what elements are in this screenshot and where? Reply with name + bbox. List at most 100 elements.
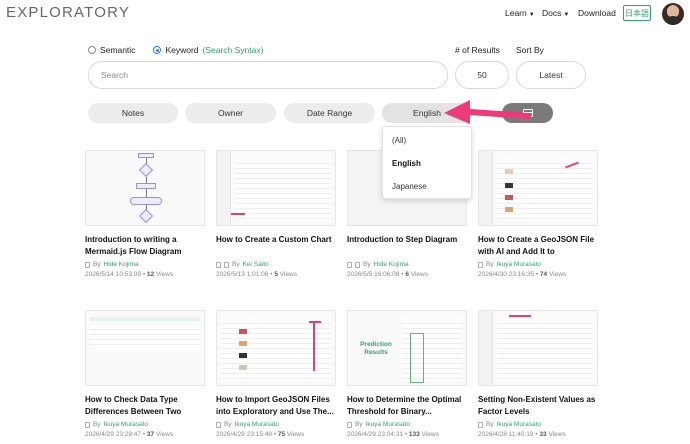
thumbnail-caption: Prediction Results [360,341,392,356]
user-avatar[interactable] [662,3,684,25]
views-count: 33 [539,431,547,438]
nav-learn-label: Learn [505,8,527,18]
app-logo[interactable]: EXPLORATORY [6,4,130,21]
note-author-row: By Kei Saito [216,261,336,268]
note-date-views: 2026/4/28 11:40:19 • 33 Views [478,431,566,438]
note-date: 2026/4/29 23:04:31 [347,431,404,438]
note-card[interactable]: Setting Non-Existent Values as Factor Le… [478,310,598,438]
note-thumbnail[interactable] [85,150,205,226]
note-title[interactable]: Setting Non-Existent Values as Factor Le… [478,394,598,417]
by-label: By [355,421,363,428]
views-label: Views [155,271,174,278]
search-syntax-link[interactable]: (Search Syntax) [203,45,264,55]
note-thumbnail[interactable] [85,310,205,386]
author-link[interactable]: Ikuya Murasato [104,421,148,428]
views-count: 37 [146,431,155,438]
note-icon [478,421,483,428]
chevron-down-icon: ▼ [528,12,535,18]
note-title[interactable]: How to Check Data Type Differences Betwe… [85,394,205,417]
nav-learn[interactable]: Learn ▼ [505,8,535,18]
note-date: 2026/4/29 23:29:47 [85,431,142,438]
search-input[interactable]: Search [88,61,448,89]
note-card[interactable]: How to Import GeoJSON Files into Explora… [216,310,336,438]
author-link[interactable]: Ikuya Murasato [497,421,541,428]
author-link[interactable]: Hide Kojima [104,261,139,268]
note-icon [85,261,90,268]
nav-download[interactable]: Download [578,8,616,18]
note-title[interactable]: Introduction to writing a Mermaid.js Flo… [85,234,205,257]
note-date: 2026/4/30 23:16:35 [478,271,535,278]
notes-filter[interactable]: Notes [88,103,178,123]
note-title[interactable]: How to Create a Custom Chart [216,234,336,257]
note-title[interactable]: How to Determine the Optimal Threshold f… [347,394,467,417]
owner-filter[interactable]: Owner [185,103,276,123]
note-thumbnail[interactable] [216,150,336,226]
results-count-input[interactable]: 50 [455,61,509,89]
semantic-radio[interactable] [88,46,96,54]
language-option-japanese[interactable]: Japanese [383,175,471,198]
lock-icon [224,261,229,268]
note-author-row: By Ikuya Murasato [85,421,205,428]
note-card[interactable]: How to Check Data Type Differences Betwe… [85,310,205,438]
note-icon [478,261,483,268]
keyword-radio[interactable] [153,46,162,54]
search-mode-group: Semantic Keyword (Search Syntax) [88,45,263,55]
annotation-arrow-icon [444,100,531,124]
note-author-row: By Hide Kojima [347,261,467,268]
note-date-views: 2026/4/29 23:29:47 • 37 Views [85,431,174,438]
language-switch-button[interactable]: 日本語 [623,5,651,21]
author-link[interactable]: Ikuya Murasato [235,421,279,428]
note-title[interactable]: Introduction to Step Diagram [347,234,467,257]
views-count: 75 [277,431,286,438]
date-range-filter[interactable]: Date Range [284,103,375,123]
note-date: 2026/4/28 11:40:19 [478,431,534,438]
note-date: 2026/4/29 23:15:48 [216,431,273,438]
note-card[interactable]: Introduction to writing a Mermaid.js Flo… [85,150,205,278]
by-label: By [232,261,240,268]
chevron-down-icon: ▼ [563,12,570,18]
views-label: Views [279,271,297,278]
language-option-all[interactable]: (All) [383,129,471,152]
author-link[interactable]: Ikuya Murasato [497,261,541,268]
by-label: By [93,421,101,428]
nav-docs[interactable]: Docs ▼ [542,8,569,18]
views-count: 12 [146,271,155,278]
note-thumbnail[interactable] [478,150,598,226]
by-label: By [93,261,101,268]
views-count: 74 [539,271,548,278]
semantic-label[interactable]: Semantic [100,45,135,55]
note-author-row: By Ikuya Murasato [478,261,598,268]
language-option-english[interactable]: English [383,152,471,175]
nav-docs-label: Docs [542,8,562,18]
note-date: 2026/5/5 16:06:08 [347,271,400,278]
note-thumbnail[interactable] [216,310,336,386]
note-title[interactable]: How to Create a GeoJSON File with AI and… [478,234,598,257]
by-label: By [486,421,494,428]
by-label: By [224,421,232,428]
note-date-views: 2026/5/5 16:06:08 • 6 Views [347,271,428,278]
note-icon [347,421,352,428]
note-thumbnail[interactable] [478,310,598,386]
note-date-views: 2026/5/14 10:53:09 • 12 Views [85,271,174,278]
by-label: By [486,261,494,268]
note-card[interactable]: How to Create a Custom Chart By Kei Saito… [216,150,336,278]
note-title[interactable]: How to Import GeoJSON Files into Explora… [216,394,336,417]
author-link[interactable]: Kei Saito [243,261,269,268]
note-thumbnail[interactable]: Prediction Results [347,310,467,386]
note-date: 2026/5/13 1:01:06 [216,271,269,278]
author-link[interactable]: Ikuya Murasato [366,421,410,428]
note-card[interactable]: Prediction Results How to Determine the … [347,310,467,438]
note-date-views: 2026/5/13 1:01:06 • 5 Views [216,271,297,278]
keyword-label[interactable]: Keyword [165,45,198,55]
language-dropdown-menu: (All) English Japanese [382,126,472,199]
note-icon [216,421,221,428]
note-author-row: By Hide Kojima [85,261,205,268]
views-count: 5 [274,271,278,278]
note-card[interactable]: How to Create a GeoJSON File with AI and… [478,150,598,278]
sort-by-select[interactable]: Latest [516,61,586,89]
author-link[interactable]: Hide Kojima [374,261,409,268]
note-date-views: 2026/4/29 23:04:31 • 133 Views [347,431,439,438]
note-author-row: By Ikuya Murasato [478,421,598,428]
views-label: Views [410,271,428,278]
note-author-row: By Ikuya Murasato [347,421,467,428]
